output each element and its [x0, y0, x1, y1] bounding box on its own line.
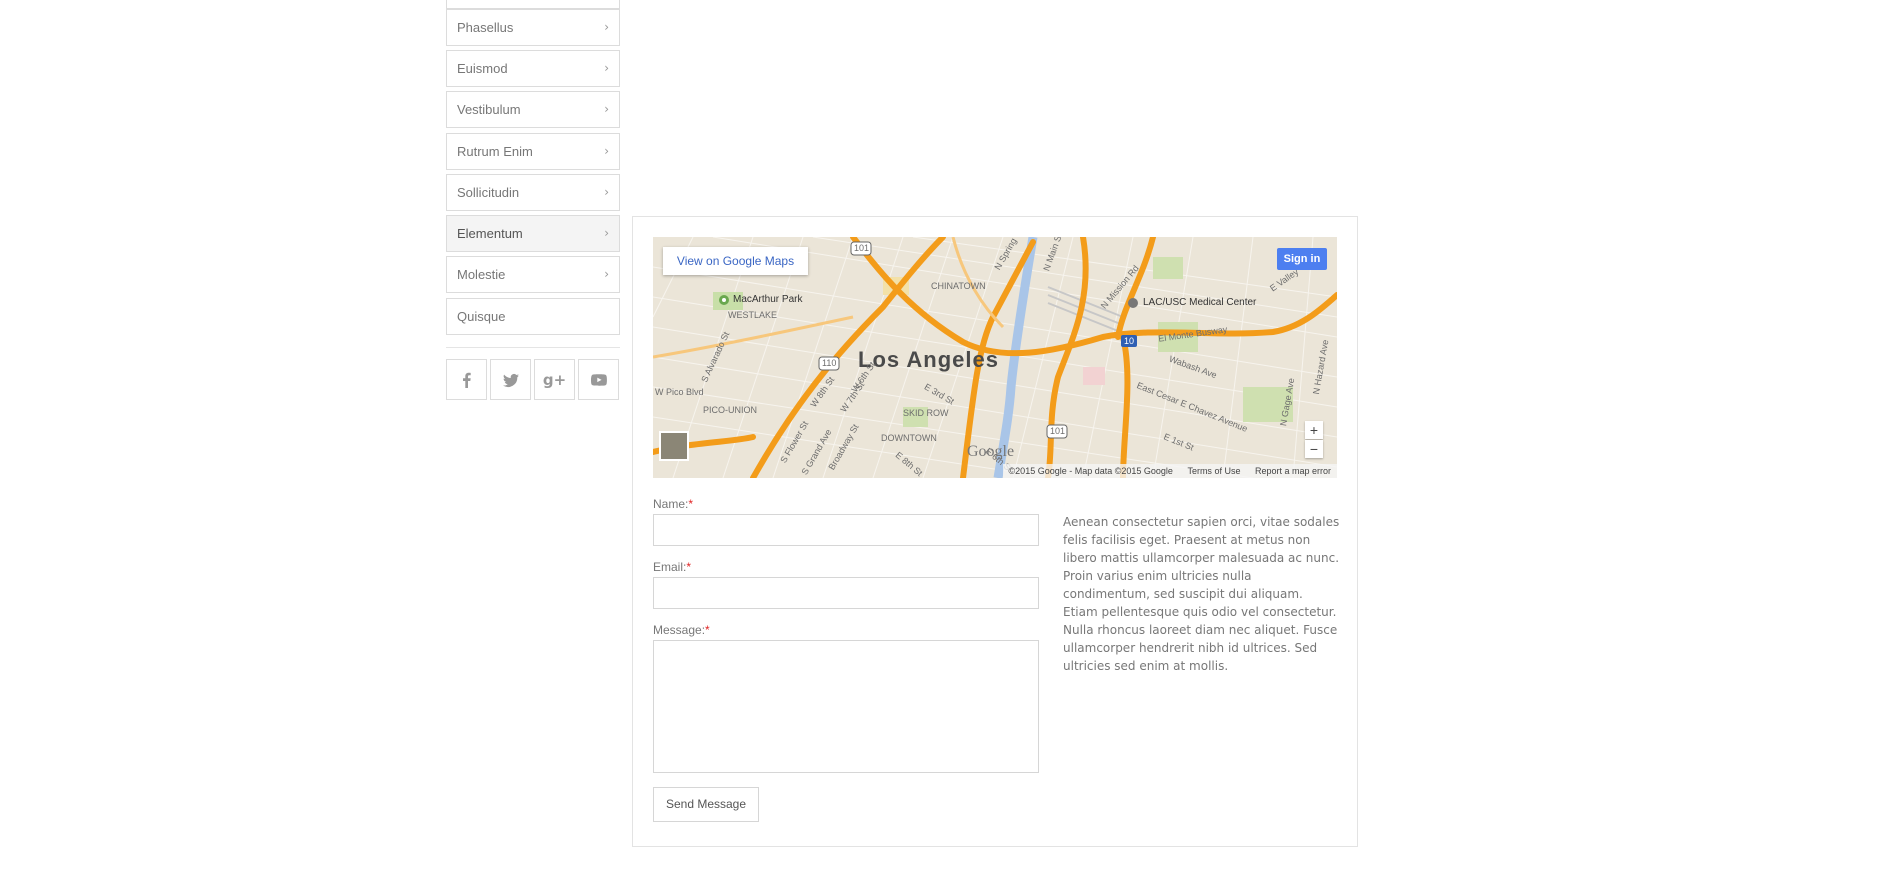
name-label: Name:* [653, 497, 693, 511]
message-field[interactable] [653, 640, 1039, 773]
sidebar-item-phasellus[interactable]: Phasellus › [446, 9, 620, 46]
sidebar-item-euismod[interactable]: Euismod › [446, 50, 620, 87]
youtube-icon [590, 373, 607, 386]
sidebar-item-molestie[interactable]: Molestie › [446, 256, 620, 293]
chevron-right-icon: › [604, 267, 609, 281]
route-10-label: 10 [1124, 336, 1135, 346]
facebook-button[interactable] [446, 359, 487, 400]
name-field[interactable] [653, 514, 1039, 546]
youtube-button[interactable] [578, 359, 619, 400]
route-101-label: 101 [854, 243, 870, 253]
zoom-out-button[interactable]: − [1305, 440, 1323, 458]
contact-description: Aenean consectetur sapien orci, vitae so… [1063, 515, 1340, 673]
sign-in-button[interactable]: Sign in [1277, 248, 1327, 270]
map-attribution: ©2015 Google - Map data ©2015 Google Ter… [1002, 464, 1337, 478]
message-label-text: Message: [653, 623, 706, 637]
sidebar-item-top[interactable]: › [446, 0, 620, 9]
chevron-right-icon: › [604, 185, 609, 199]
chevron-right-icon: › [604, 144, 609, 158]
map-copyright: ©2015 Google - Map data ©2015 Google [1008, 466, 1173, 476]
sidebar-item-label: Vestibulum [457, 102, 521, 117]
report-map-error-link[interactable]: Report a map error [1255, 466, 1331, 476]
sidebar-item-quisque[interactable]: Quisque [446, 298, 620, 335]
required-mark: * [688, 497, 694, 511]
terms-of-use-link[interactable]: Terms of Use [1187, 466, 1240, 476]
lac-usc-label: LAC/USC Medical Center [1143, 297, 1257, 308]
required-mark: * [705, 623, 710, 637]
sidebar-item-label: Sollicitudin [457, 185, 520, 200]
chevron-right-icon: › [604, 102, 609, 116]
send-message-button[interactable]: Send Message [653, 787, 759, 822]
sidebar-item-sollicitudin[interactable]: Sollicitudin › [446, 174, 620, 211]
google-plus-button[interactable]: g+ [534, 359, 575, 400]
sidebar-item-label: Phasellus [457, 20, 514, 35]
los-angeles-label: Los Angeles [858, 347, 999, 372]
sidebar-item-label: Rutrum Enim [457, 144, 533, 159]
message-label: Message:* [653, 623, 710, 637]
satellite-toggle-thumbnail[interactable] [659, 431, 689, 461]
sidebar-item-label: Euismod [457, 61, 508, 76]
sidebar-item-label: Elementum [457, 226, 523, 241]
email-field[interactable] [653, 577, 1039, 609]
sidebar-item-rutrum-enim[interactable]: Rutrum Enim › [446, 133, 620, 170]
macarthur-park-label: MacArthur Park [733, 294, 803, 305]
google-plus-icon: g+ [542, 370, 567, 389]
email-label: Email:* [653, 560, 691, 574]
sidebar-item-label: Molestie [457, 267, 506, 282]
twitter-icon [502, 373, 519, 387]
twitter-button[interactable] [490, 359, 531, 400]
chevron-right-icon: › [604, 61, 609, 75]
google-logo: Google [967, 443, 1015, 460]
route-110-label: 110 [822, 358, 837, 368]
chinatown-label: CHINATOWN [931, 281, 986, 291]
chevron-right-icon: › [604, 226, 609, 240]
sidebar-item-vestibulum[interactable]: Vestibulum › [446, 91, 620, 128]
google-map[interactable]: 101 110 101 10 MacArthur Park WESTLAKE C… [653, 237, 1337, 478]
email-label-text: Email: [653, 560, 687, 574]
name-label-text: Name: [653, 497, 689, 511]
pico-union-label: PICO-UNION [703, 405, 757, 415]
view-on-google-maps-link[interactable]: View on Google Maps [663, 247, 808, 275]
downtown-label: DOWNTOWN [881, 433, 937, 443]
required-mark: * [686, 560, 692, 574]
zoom-in-button[interactable]: + [1305, 421, 1323, 439]
facebook-icon [462, 372, 471, 388]
pico-blvd-label: W Pico Blvd [655, 387, 704, 397]
contact-card: 101 110 101 10 MacArthur Park WESTLAKE C… [632, 216, 1358, 847]
chevron-right-icon: › [604, 20, 609, 34]
sidebar-item-elementum[interactable]: Elementum › [446, 215, 620, 252]
route-101-label-2: 101 [1050, 426, 1066, 436]
sidebar-divider [446, 347, 620, 348]
westlake-label: WESTLAKE [728, 310, 778, 320]
chevron-right-icon: › [604, 0, 609, 8]
skid-row-label: SKID ROW [903, 408, 949, 418]
sidebar-item-label: Quisque [457, 309, 506, 324]
